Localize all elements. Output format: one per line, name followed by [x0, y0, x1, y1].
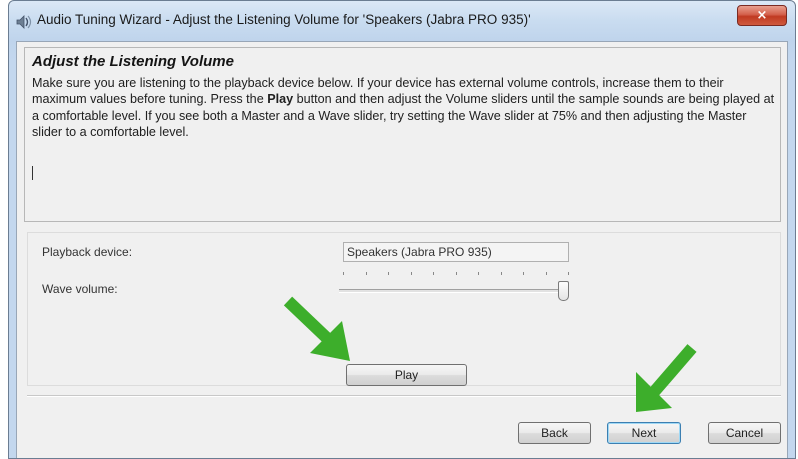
- close-button[interactable]: ×: [737, 5, 787, 26]
- slider-tick: [410, 272, 412, 275]
- page-heading: Adjust the Listening Volume: [32, 53, 234, 70]
- slider-tick: [433, 272, 434, 275]
- wave-volume-slider-thumb[interactable]: [558, 281, 569, 301]
- slider-tick: [365, 272, 367, 275]
- slider-tick: [388, 272, 389, 275]
- arrow-pointing-play: [283, 296, 350, 361]
- close-icon: ×: [756, 8, 768, 23]
- next-button[interactable]: Next: [607, 422, 681, 444]
- instructions-panel: Adjust the Listening Volume Make sure yo…: [24, 47, 781, 222]
- wave-volume-slider-track[interactable]: [339, 289, 566, 293]
- back-button[interactable]: Back: [518, 422, 591, 444]
- slider-tick: [568, 272, 569, 275]
- slider-tick: [478, 272, 479, 275]
- wave-volume-label: Wave volume:: [42, 282, 118, 296]
- slider-tick: [523, 272, 524, 275]
- instructions-text: Make sure you are listening to the playb…: [32, 75, 777, 140]
- title-bar[interactable]: Audio Tuning Wizard - Adjust the Listeni…: [9, 1, 795, 41]
- instructions-text-bold: Play: [267, 92, 294, 107]
- play-button[interactable]: Play: [346, 364, 467, 386]
- playback-device-field: Speakers (Jabra PRO 935): [343, 242, 569, 262]
- slider-tick: [343, 272, 344, 275]
- text-caret: [32, 166, 33, 180]
- slider-tick: [545, 272, 547, 275]
- speaker-wizard-icon: [15, 13, 33, 31]
- slider-tick: [455, 272, 457, 275]
- slider-tick: [500, 272, 502, 275]
- window-title: Audio Tuning Wizard - Adjust the Listeni…: [37, 12, 531, 27]
- playback-device-label: Playback device:: [42, 245, 133, 259]
- arrow-pointing-next: [636, 344, 697, 412]
- cancel-button[interactable]: Cancel: [708, 422, 781, 444]
